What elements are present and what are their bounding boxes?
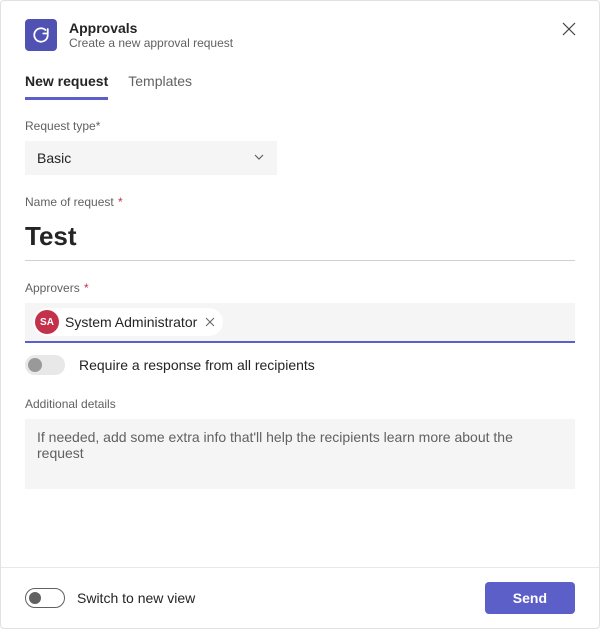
tab-templates[interactable]: Templates [128,69,192,100]
switch-view-row: Switch to new view [25,588,195,608]
approvers-label: Approvers * [25,281,575,295]
require-response-label: Require a response from all recipients [79,357,315,373]
additional-details-label: Additional details [25,397,575,411]
additional-details-field: Additional details [25,397,575,494]
request-type-field: Request type* Basic [25,119,575,175]
tabs: New request Templates [25,69,575,101]
name-label-text: Name of request [25,195,117,209]
title-block: Approvals Create a new approval request [69,20,233,50]
require-response-row: Require a response from all recipients [25,355,575,375]
required-marker: * [84,281,89,295]
avatar: SA [35,310,59,334]
toggle-knob [28,358,42,372]
approvers-input[interactable]: SA System Administrator [25,303,575,343]
tab-new-request[interactable]: New request [25,69,108,100]
approver-name: System Administrator [65,314,197,330]
approvals-icon [25,19,57,51]
approvers-field: Approvers * SA System Administrator [25,281,575,343]
remove-approver-icon[interactable] [205,315,215,330]
close-button[interactable] [555,17,583,45]
request-type-label: Request type* [25,119,575,133]
dialog-header: Approvals Create a new approval request … [1,1,599,101]
require-response-toggle[interactable] [25,355,65,375]
switch-view-label: Switch to new view [77,590,195,606]
additional-details-input[interactable] [25,419,575,489]
approver-chip[interactable]: SA System Administrator [33,308,223,336]
form-scroll-area[interactable]: Request type* Basic Name of request * Ap… [1,101,599,567]
toggle-knob [29,592,41,604]
approvals-dialog: Approvals Create a new approval request … [0,0,600,629]
request-type-select[interactable]: Basic [25,141,277,175]
chevron-down-icon [253,150,265,166]
name-field: Name of request * [25,195,575,261]
dialog-title: Approvals [69,20,233,36]
header-row: Approvals Create a new approval request [25,19,575,51]
close-icon [562,22,576,41]
dialog-subtitle: Create a new approval request [69,36,233,50]
name-label: Name of request * [25,195,575,209]
send-button[interactable]: Send [485,582,575,614]
dialog-footer: Switch to new view Send [1,567,599,628]
switch-view-toggle[interactable] [25,588,65,608]
request-type-value: Basic [37,150,71,166]
required-marker: * [118,195,123,209]
name-input[interactable] [25,217,575,261]
approvers-label-text: Approvers [25,281,83,295]
